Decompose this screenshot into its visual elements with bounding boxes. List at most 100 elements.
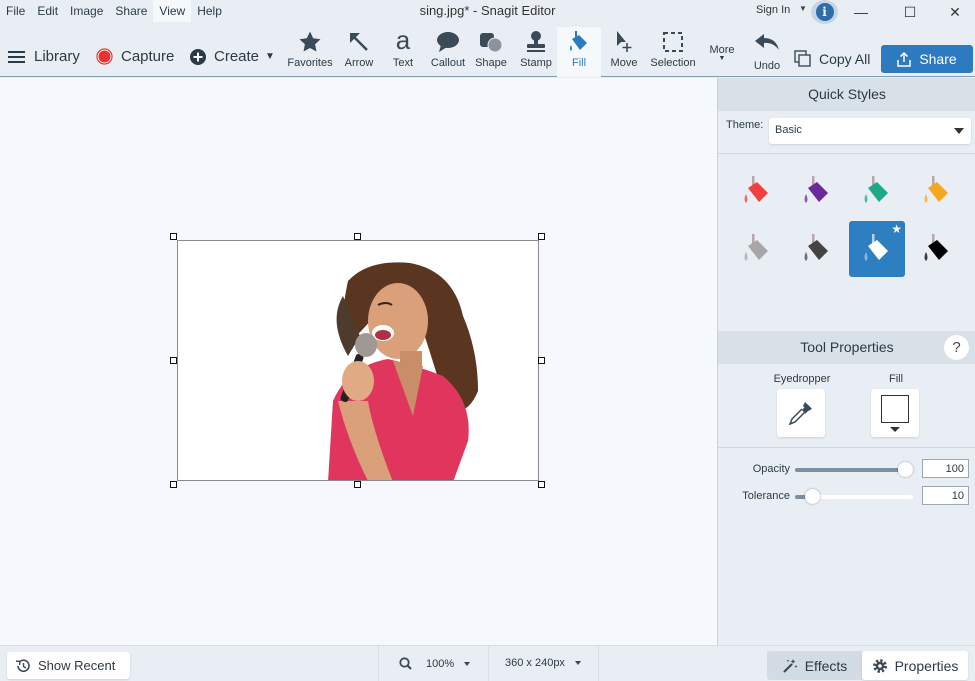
tool-text-label: Text bbox=[392, 57, 414, 69]
quick-style-teal[interactable] bbox=[849, 163, 905, 219]
menu-share[interactable]: Share bbox=[109, 0, 153, 22]
quick-style-purple[interactable] bbox=[789, 163, 845, 219]
eyedropper-label: Eyedropper bbox=[773, 373, 831, 385]
menu-file[interactable]: File bbox=[0, 0, 31, 22]
canvas-image[interactable] bbox=[177, 240, 539, 481]
tolerance-slider-thumb[interactable] bbox=[805, 489, 821, 504]
divider bbox=[488, 646, 489, 681]
resize-handle-top-left[interactable] bbox=[170, 233, 177, 240]
tool-favorites-label: Favorites bbox=[287, 57, 333, 69]
quick-style-red[interactable] bbox=[729, 163, 785, 219]
properties-button[interactable]: Properties bbox=[862, 651, 968, 680]
quick-style-orange[interactable] bbox=[909, 163, 965, 219]
divider bbox=[378, 646, 379, 681]
menu-view[interactable]: View bbox=[153, 0, 192, 22]
move-icon bbox=[617, 31, 632, 52]
dimensions-control[interactable]: 360 x 240px bbox=[505, 657, 581, 669]
info-button[interactable]: i bbox=[811, 0, 838, 24]
menu-edit[interactable]: Edit bbox=[31, 0, 64, 22]
share-button[interactable]: Share bbox=[881, 45, 973, 73]
quick-style-black[interactable] bbox=[909, 221, 965, 277]
plus-circle-icon bbox=[190, 48, 206, 65]
undo-icon bbox=[755, 34, 779, 50]
tool-text[interactable]: a Text bbox=[384, 25, 422, 77]
tool-stamp[interactable]: Stamp bbox=[515, 27, 557, 77]
help-button[interactable]: ? bbox=[944, 335, 969, 360]
fill-bucket-icon bbox=[924, 176, 948, 203]
tool-properties-header: Tool Properties ? bbox=[718, 331, 975, 364]
tool-fill-label: Fill bbox=[571, 57, 587, 69]
opacity-slider[interactable] bbox=[795, 462, 913, 477]
more-tools-button[interactable]: More ▼ bbox=[700, 44, 744, 62]
tool-shape-label: Shape bbox=[475, 57, 507, 69]
show-recent-button[interactable]: Show Recent bbox=[7, 652, 130, 679]
canvas[interactable] bbox=[0, 78, 717, 645]
tool-callout[interactable]: Callout bbox=[426, 27, 470, 77]
resize-handle-bottom[interactable] bbox=[354, 481, 361, 488]
copy-all-label: Copy All bbox=[819, 51, 871, 67]
quick-style-dark-gray[interactable] bbox=[789, 221, 845, 277]
tolerance-slider[interactable] bbox=[795, 489, 913, 504]
copy-all-button[interactable]: Copy All bbox=[794, 50, 870, 68]
tool-selection-label: Selection bbox=[650, 57, 696, 69]
quick-style-gray[interactable] bbox=[729, 221, 785, 277]
share-upload-icon bbox=[897, 51, 912, 67]
tolerance-input[interactable]: 10 bbox=[922, 486, 969, 505]
theme-value: Basic bbox=[775, 124, 802, 136]
more-caret-icon: ▼ bbox=[718, 55, 726, 62]
resize-handle-bottom-right[interactable] bbox=[538, 481, 545, 488]
tool-favorites[interactable]: Favorites bbox=[284, 27, 336, 77]
maximize-button[interactable]: ☐ bbox=[887, 0, 933, 24]
callout-icon bbox=[437, 32, 459, 52]
tool-move-label: Move bbox=[610, 57, 638, 69]
resize-handle-left[interactable] bbox=[170, 357, 177, 364]
close-button[interactable]: ✕ bbox=[932, 0, 975, 24]
tool-shape[interactable]: Shape bbox=[471, 27, 511, 77]
fill-label: Fill bbox=[888, 373, 904, 385]
divider bbox=[718, 153, 975, 154]
zoom-caret-icon bbox=[464, 661, 471, 666]
library-label: Library bbox=[34, 48, 80, 65]
capture-button[interactable]: Capture bbox=[96, 48, 174, 65]
arrow-icon bbox=[350, 33, 368, 51]
menu-help[interactable]: Help bbox=[191, 0, 228, 22]
quick-styles-header: Quick Styles bbox=[718, 78, 975, 111]
show-recent-label: Show Recent bbox=[38, 658, 116, 673]
tool-fill[interactable]: Fill bbox=[557, 27, 601, 77]
zoom-control[interactable]: 100% bbox=[399, 657, 471, 670]
theme-dropdown[interactable]: Basic bbox=[769, 118, 971, 144]
create-label: Create bbox=[214, 48, 260, 65]
tool-arrow-label: Arrow bbox=[344, 57, 374, 69]
fill-bucket-icon bbox=[864, 234, 888, 261]
resize-handle-bottom-left[interactable] bbox=[170, 481, 177, 488]
fill-bucket-icon bbox=[864, 176, 888, 203]
resize-handle-top[interactable] bbox=[354, 233, 361, 240]
create-button[interactable]: Create ▼ bbox=[190, 48, 275, 65]
sign-in-caret-icon[interactable]: ▼ bbox=[799, 4, 807, 13]
library-button[interactable]: Library bbox=[8, 48, 80, 65]
resize-handle-top-right[interactable] bbox=[538, 233, 545, 240]
fill-color-button[interactable] bbox=[871, 389, 919, 437]
resize-handle-right[interactable] bbox=[538, 357, 545, 364]
tolerance-label: Tolerance bbox=[742, 490, 790, 502]
minimize-button[interactable]: — bbox=[838, 0, 884, 24]
fill-caret-icon bbox=[890, 427, 900, 432]
opacity-slider-thumb[interactable] bbox=[898, 462, 913, 477]
tool-arrow[interactable]: Arrow bbox=[338, 27, 380, 77]
tool-callout-label: Callout bbox=[430, 57, 466, 69]
quick-style-white[interactable]: ★ bbox=[849, 221, 905, 277]
fill-bucket-icon bbox=[804, 234, 828, 261]
fill-bucket-icon bbox=[924, 234, 948, 261]
undo-button[interactable]: Undo bbox=[748, 27, 786, 77]
shape-icon bbox=[480, 33, 503, 53]
tool-move[interactable]: Move bbox=[604, 27, 644, 77]
singer-photo bbox=[328, 262, 478, 480]
menu-image[interactable]: Image bbox=[64, 0, 109, 22]
opacity-input[interactable]: 100 bbox=[922, 459, 969, 478]
sign-in-button[interactable]: Sign In bbox=[756, 4, 790, 16]
eyedropper-button[interactable] bbox=[777, 389, 825, 437]
selection-icon bbox=[663, 32, 683, 52]
properties-label: Properties bbox=[894, 657, 959, 674]
effects-button[interactable]: Effects bbox=[767, 651, 862, 680]
tool-selection[interactable]: Selection bbox=[646, 27, 700, 77]
